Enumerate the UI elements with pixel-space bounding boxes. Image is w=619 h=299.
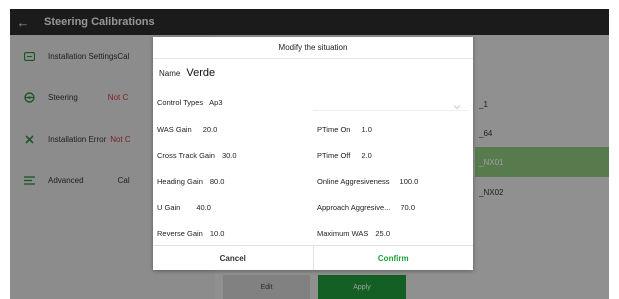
param-value[interactable]: 20.0 <box>203 125 218 134</box>
param-label: Cross Track Gain <box>157 150 215 160</box>
ptime-on-field[interactable]: PTime On 1.0 <box>317 116 372 142</box>
cancel-button[interactable]: Cancel <box>153 246 314 270</box>
dialog-footer: Cancel Confirm <box>153 245 473 270</box>
online-aggressiveness-field[interactable]: Online Aggresiveness 100.0 <box>317 168 418 194</box>
approach-aggressiveness-field[interactable]: Approach Aggresive... 70.0 <box>317 194 415 220</box>
confirm-button[interactable]: Confirm <box>314 246 474 270</box>
param-label: WAS Gain <box>157 124 192 134</box>
param-label: Maximum WAS <box>317 228 369 238</box>
param-label: PTime Off <box>317 150 351 160</box>
param-value[interactable]: 1.0 <box>361 125 371 134</box>
select-underline <box>313 95 468 111</box>
param-label: PTime On <box>317 124 351 134</box>
ptime-off-field[interactable]: PTime Off 2.0 <box>317 142 372 168</box>
maximum-was-field[interactable]: Maximum WAS 25.0 <box>317 220 390 246</box>
param-value[interactable]: 70.0 <box>400 203 415 212</box>
chevron-down-icon[interactable] <box>453 97 463 110</box>
param-label: Reverse Gain <box>157 228 203 238</box>
param-value[interactable]: 30.0 <box>222 151 237 160</box>
param-value[interactable]: 80.0 <box>210 177 225 186</box>
control-types-select[interactable]: Control Types Ap3 <box>153 89 473 115</box>
param-value[interactable]: 100.0 <box>400 177 419 186</box>
control-types-label: Control Types <box>157 97 204 107</box>
reverse-gain-field[interactable]: Reverse Gain 10.0 <box>157 220 224 246</box>
was-gain-field[interactable]: WAS Gain 20.0 <box>157 116 217 142</box>
param-label: U Gain <box>157 202 181 212</box>
param-value[interactable]: 40.0 <box>196 203 211 212</box>
name-value[interactable]: Verde <box>186 67 215 79</box>
param-label: Online Aggresiveness <box>317 176 390 186</box>
modify-situation-dialog: Modify the situation Name Verde Control … <box>153 37 473 270</box>
param-label: Approach Aggresive... <box>317 202 391 212</box>
param-value[interactable]: 10.0 <box>210 229 225 238</box>
u-gain-field[interactable]: U Gain 40.0 <box>157 194 211 220</box>
param-value[interactable]: 25.0 <box>375 229 390 238</box>
dialog-title: Modify the situation <box>153 37 473 59</box>
param-value[interactable]: 2.0 <box>361 151 371 160</box>
name-label: Name <box>159 68 181 78</box>
heading-gain-field[interactable]: Heading Gain 80.0 <box>157 168 224 194</box>
control-types-value[interactable]: Ap3 <box>209 98 222 107</box>
name-field[interactable]: Name Verde <box>153 59 473 87</box>
param-label: Heading Gain <box>157 176 203 186</box>
cross-track-gain-field[interactable]: Cross Track Gain 30.0 <box>157 142 237 168</box>
